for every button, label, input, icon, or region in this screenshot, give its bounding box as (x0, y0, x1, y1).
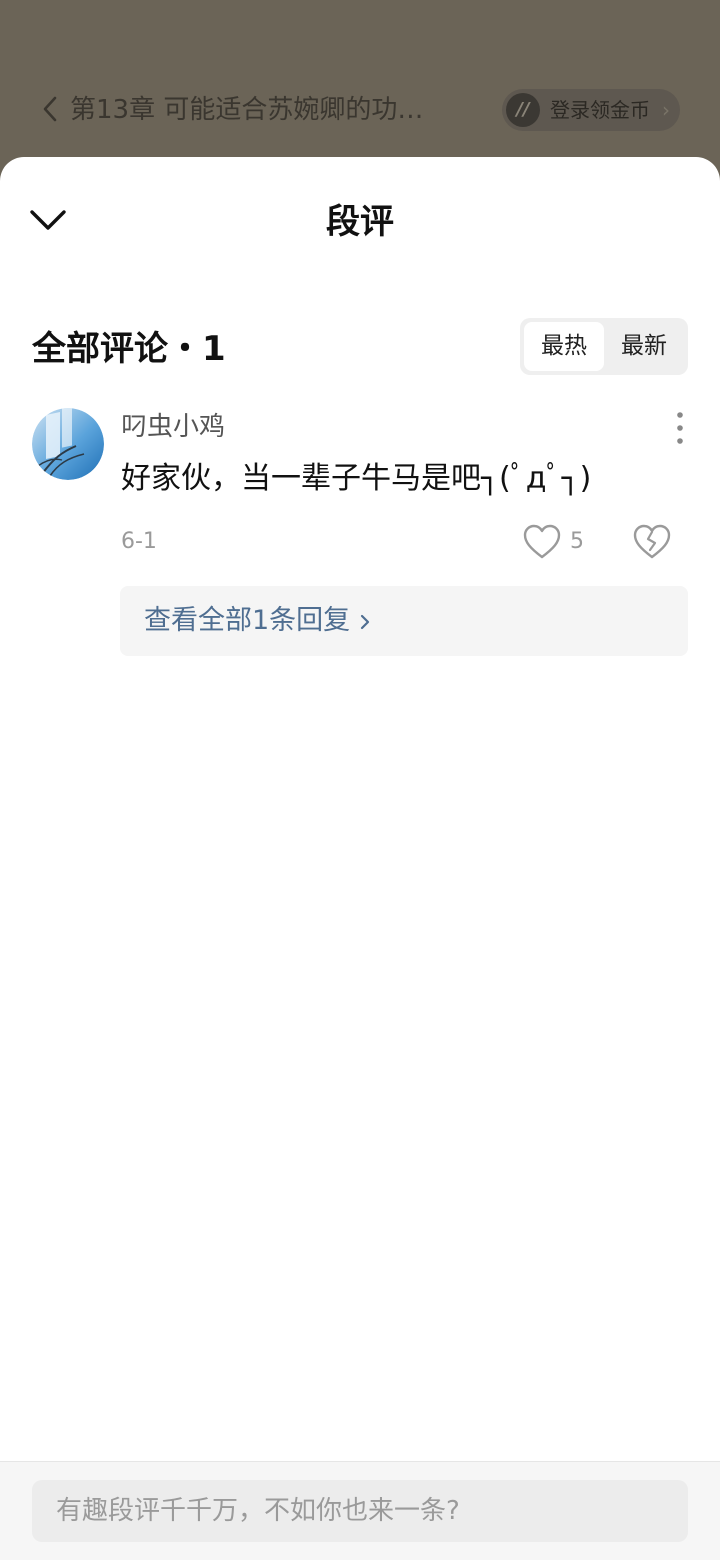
app-logo-icon: // (506, 93, 540, 127)
chevron-right-icon: › (662, 98, 670, 122)
comment-input[interactable]: 有趣段评千千万，不如你也来一条? (32, 1480, 688, 1542)
comment-input-bar: 有趣段评千千万，不如你也来一条? (0, 1461, 720, 1560)
avatar-image (32, 408, 104, 480)
view-replies-label: 查看全部1条回复 (144, 605, 351, 636)
heart-icon[interactable] (522, 523, 562, 561)
back-icon[interactable] (40, 92, 60, 126)
more-options-icon[interactable] (664, 407, 696, 449)
login-coin-label: 登录领金币 (550, 98, 650, 122)
view-replies-box[interactable]: 查看全部1条回复 (120, 586, 688, 656)
view-replies-link[interactable]: 查看全部1条回复 (144, 586, 372, 656)
comment-input-placeholder: 有趣段评千千万，不如你也来一条? (56, 1496, 460, 1526)
broken-heart-icon[interactable] (632, 523, 672, 561)
chapter-title[interactable]: 第13章 可能适合苏婉卿的功… (70, 92, 480, 128)
comment-text: 好家伙，当一辈子牛马是吧┐(ﾟдﾟ┐) (121, 461, 592, 496)
comment-date: 6-1 (121, 529, 157, 554)
like-count: 5 (570, 529, 584, 554)
chevron-right-icon (361, 614, 370, 629)
sort-newest-tab[interactable]: 最新 (604, 322, 684, 371)
login-coin-button[interactable]: // 登录领金币 › (502, 89, 680, 131)
avatar[interactable] (32, 408, 104, 480)
sort-hot-tab[interactable]: 最热 (524, 322, 604, 371)
comments-sheet: 段评 全部评论・1 最热 最新 叼虫小鸡 好家伙，当一辈子牛马是吧┐(ﾟдﾟ┐)… (0, 157, 720, 1560)
sort-toggle: 最热 最新 (520, 318, 688, 375)
sheet-title: 段评 (326, 202, 394, 242)
all-comments-count: 全部评论・1 (32, 329, 226, 369)
comment-username[interactable]: 叼虫小鸡 (121, 409, 225, 445)
reader-header-background: 第13章 可能适合苏婉卿的功… // 登录领金币 › (0, 0, 720, 180)
